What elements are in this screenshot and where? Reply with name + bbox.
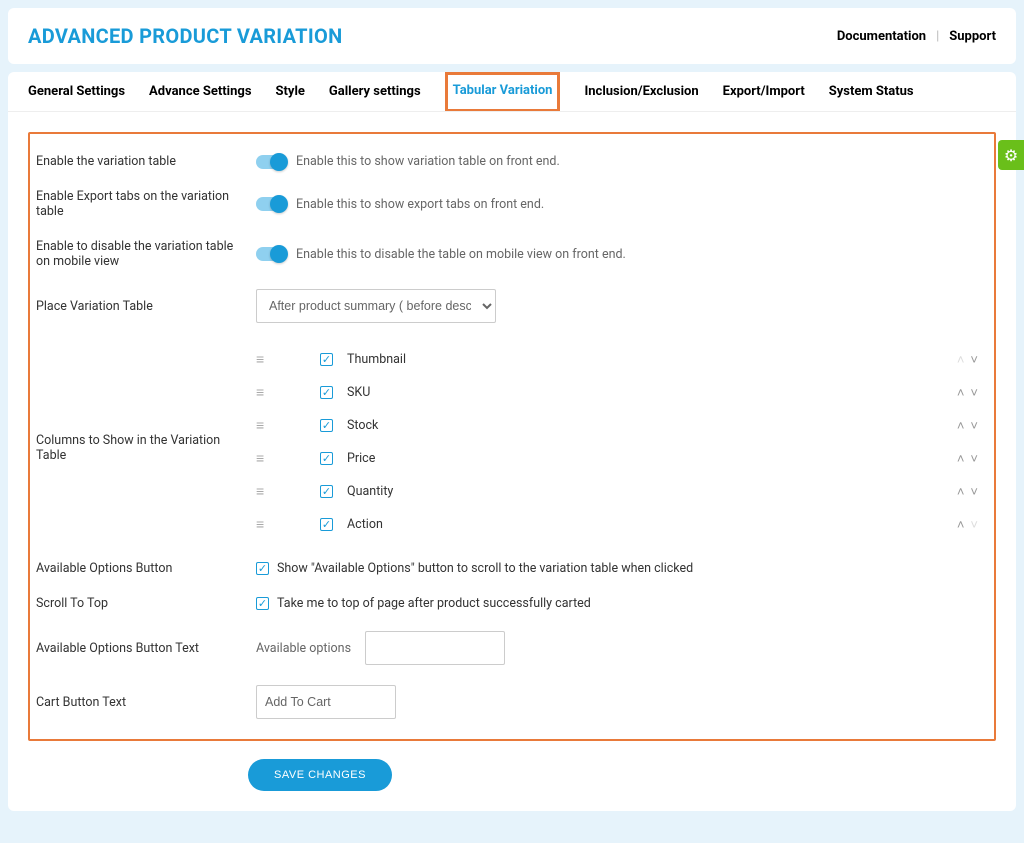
move-up-icon: ˄ xyxy=(957,352,965,368)
toggle-enable-table[interactable] xyxy=(256,155,286,169)
row-available-options-button: Available Options Button Show "Available… xyxy=(36,551,984,586)
move-down-icon[interactable]: ˅ xyxy=(970,484,978,500)
column-name: Action xyxy=(347,517,943,532)
column-item: ≡ Quantity ˄ ˅ xyxy=(256,475,984,508)
label-available-text: Available Options Button Text xyxy=(36,641,256,656)
tab-tabular-variation[interactable]: Tabular Variation xyxy=(445,72,561,112)
tabular-variation-panel: Enable the variation table Enable this t… xyxy=(28,132,996,741)
tab-export-import[interactable]: Export/Import xyxy=(723,72,805,112)
toggle-disable-mobile[interactable] xyxy=(256,247,286,261)
row-columns-to-show: Columns to Show in the Variation Table ≡… xyxy=(36,333,984,551)
checkbox-scroll-top[interactable] xyxy=(256,597,269,610)
label-enable-table: Enable the variation table xyxy=(36,154,256,169)
row-available-options-text: Available Options Button Text Available … xyxy=(36,621,984,675)
input-cart-button-text[interactable] xyxy=(256,685,396,719)
desc-enable-export: Enable this to show export tabs on front… xyxy=(296,197,544,212)
select-place-table[interactable]: After product summary ( before descripti… xyxy=(256,289,496,323)
checkbox-column[interactable] xyxy=(320,386,333,399)
checkbox-column[interactable] xyxy=(320,485,333,498)
toggle-enable-export[interactable] xyxy=(256,197,286,211)
drag-handle-icon[interactable]: ≡ xyxy=(256,384,266,401)
move-up-icon[interactable]: ˄ xyxy=(957,385,965,401)
checkbox-available-options[interactable] xyxy=(256,562,269,575)
column-name: Stock xyxy=(347,418,943,433)
row-place-variation-table: Place Variation Table After product summ… xyxy=(36,279,984,333)
row-cart-button-text: Cart Button Text xyxy=(36,675,984,729)
drag-handle-icon[interactable]: ≡ xyxy=(256,351,266,368)
input-available-options-text[interactable] xyxy=(365,631,505,665)
column-item: ≡ SKU ˄ ˅ xyxy=(256,376,984,409)
column-name: Thumbnail xyxy=(347,352,943,367)
separator: | xyxy=(936,29,939,44)
label-cart-text: Cart Button Text xyxy=(36,695,256,710)
label-columns: Columns to Show in the Variation Table xyxy=(36,343,256,463)
row-scroll-to-top: Scroll To Top Take me to top of page aft… xyxy=(36,586,984,621)
documentation-link[interactable]: Documentation xyxy=(837,29,926,44)
checkbox-column[interactable] xyxy=(320,518,333,531)
tab-system-status[interactable]: System Status xyxy=(829,72,914,112)
drag-handle-icon[interactable]: ≡ xyxy=(256,450,266,467)
tab-gallery-settings[interactable]: Gallery settings xyxy=(329,72,421,112)
header-links: Documentation | Support xyxy=(837,29,996,44)
checkbox-column[interactable] xyxy=(320,452,333,465)
desc-available-options: Show "Available Options" button to scrol… xyxy=(277,561,693,576)
save-changes-button[interactable]: SAVE CHANGES xyxy=(248,759,392,791)
checkbox-column[interactable] xyxy=(320,419,333,432)
settings-card: General Settings Advance Settings Style … xyxy=(8,72,1016,811)
tab-style[interactable]: Style xyxy=(276,72,305,112)
tab-bar: General Settings Advance Settings Style … xyxy=(8,72,1016,112)
support-link[interactable]: Support xyxy=(949,29,996,44)
row-enable-export-tabs: Enable Export tabs on the variation tabl… xyxy=(36,179,984,229)
column-name: SKU xyxy=(347,385,943,400)
move-down-icon[interactable]: ˅ xyxy=(970,418,978,434)
column-item: ≡ Action ˄ ˅ xyxy=(256,508,984,541)
column-item: ≡ Thumbnail ˄ ˅ xyxy=(256,343,984,376)
row-enable-variation-table: Enable the variation table Enable this t… xyxy=(36,144,984,179)
move-down-icon[interactable]: ˅ xyxy=(970,451,978,467)
label-scroll-top: Scroll To Top xyxy=(36,596,256,611)
tab-inclusion-exclusion[interactable]: Inclusion/Exclusion xyxy=(584,72,698,112)
move-up-icon[interactable]: ˄ xyxy=(957,418,965,434)
desc-disable-mobile: Enable this to disable the table on mobi… xyxy=(296,247,626,262)
column-item: ≡ Stock ˄ ˅ xyxy=(256,409,984,442)
gear-icon[interactable]: ⚙ xyxy=(998,140,1024,170)
move-up-icon[interactable]: ˄ xyxy=(957,451,965,467)
checkbox-column[interactable] xyxy=(320,353,333,366)
drag-handle-icon[interactable]: ≡ xyxy=(256,483,266,500)
drag-handle-icon[interactable]: ≡ xyxy=(256,516,266,533)
tab-general-settings[interactable]: General Settings xyxy=(28,72,125,112)
label-place-table: Place Variation Table xyxy=(36,299,256,314)
column-name: Quantity xyxy=(347,484,943,499)
move-down-icon: ˅ xyxy=(970,517,978,533)
column-item: ≡ Price ˄ ˅ xyxy=(256,442,984,475)
app-title: ADVANCED PRODUCT VARIATION xyxy=(28,24,343,48)
column-name: Price xyxy=(347,451,943,466)
tab-advance-settings[interactable]: Advance Settings xyxy=(149,72,251,112)
columns-list: ≡ Thumbnail ˄ ˅ ≡ SKU ˄ ˅ ≡ Stock ˄ ˅ ≡ Price ˄ ˅ ≡ Quant… xyxy=(256,343,984,541)
drag-handle-icon[interactable]: ≡ xyxy=(256,417,266,434)
move-up-icon[interactable]: ˄ xyxy=(957,484,965,500)
label-disable-mobile: Enable to disable the variation table on… xyxy=(36,239,256,269)
move-down-icon[interactable]: ˅ xyxy=(970,352,978,368)
label-enable-export: Enable Export tabs on the variation tabl… xyxy=(36,189,256,219)
desc-scroll-top: Take me to top of page after product suc… xyxy=(277,596,591,611)
header-bar: ADVANCED PRODUCT VARIATION Documentation… xyxy=(8,8,1016,64)
move-up-icon[interactable]: ˄ xyxy=(957,517,965,533)
desc-enable-table: Enable this to show variation table on f… xyxy=(296,154,560,169)
inline-label-available-options: Available options xyxy=(256,641,351,656)
row-disable-mobile: Enable to disable the variation table on… xyxy=(36,229,984,279)
move-down-icon[interactable]: ˅ xyxy=(970,385,978,401)
label-available-btn: Available Options Button xyxy=(36,561,256,576)
